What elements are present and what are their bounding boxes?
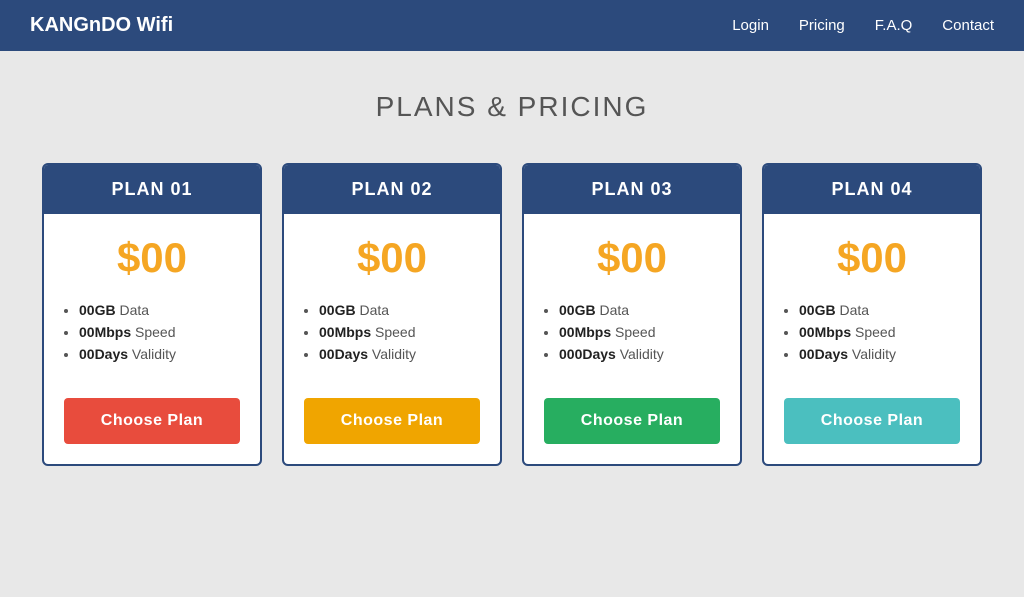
main-content: PLANS & PRICING PLAN 01 $00 00GB Data 00… bbox=[0, 51, 1024, 506]
plan-01-choose-button[interactable]: Choose Plan bbox=[64, 398, 240, 444]
plan-04-price: $00 bbox=[764, 214, 980, 292]
plan-03-choose-button[interactable]: Choose Plan bbox=[544, 398, 720, 444]
nav-link-faq[interactable]: F.A.Q bbox=[875, 17, 913, 34]
nav-link-pricing[interactable]: Pricing bbox=[799, 17, 845, 34]
plan-01-data-feature: 00GB Data bbox=[79, 302, 240, 318]
nav-links: Login Pricing F.A.Q Contact bbox=[732, 17, 994, 34]
plan-03-validity-feature: 000Days Validity bbox=[559, 346, 720, 362]
plan-03-footer: Choose Plan bbox=[524, 388, 740, 464]
page-title: PLANS & PRICING bbox=[376, 91, 649, 123]
plan-04-header: PLAN 04 bbox=[764, 165, 980, 214]
plan-01-header: PLAN 01 bbox=[44, 165, 260, 214]
plan-02-validity-feature: 00Days Validity bbox=[319, 346, 480, 362]
plan-01-price: $00 bbox=[44, 214, 260, 292]
plan-04-validity-feature: 00Days Validity bbox=[799, 346, 960, 362]
plan-02-header: PLAN 02 bbox=[284, 165, 500, 214]
plan-02-choose-button[interactable]: Choose Plan bbox=[304, 398, 480, 444]
nav-link-login[interactable]: Login bbox=[732, 17, 769, 34]
plan-04-data-feature: 00GB Data bbox=[799, 302, 960, 318]
plan-03-header: PLAN 03 bbox=[524, 165, 740, 214]
plan-01-features: 00GB Data 00Mbps Speed 00Days Validity bbox=[44, 292, 260, 388]
plan-03-features: 00GB Data 00Mbps Speed 000Days Validity bbox=[524, 292, 740, 388]
plan-02-price: $00 bbox=[284, 214, 500, 292]
plan-02-features: 00GB Data 00Mbps Speed 00Days Validity bbox=[284, 292, 500, 388]
plan-04-speed-feature: 00Mbps Speed bbox=[799, 324, 960, 340]
plan-02-card: PLAN 02 $00 00GB Data 00Mbps Speed 00Day… bbox=[282, 163, 502, 466]
plan-04-features: 00GB Data 00Mbps Speed 00Days Validity bbox=[764, 292, 980, 388]
plan-03-data-feature: 00GB Data bbox=[559, 302, 720, 318]
plan-01-card: PLAN 01 $00 00GB Data 00Mbps Speed 00Day… bbox=[42, 163, 262, 466]
plan-03-price: $00 bbox=[524, 214, 740, 292]
plan-01-footer: Choose Plan bbox=[44, 388, 260, 464]
plan-03-card: PLAN 03 $00 00GB Data 00Mbps Speed 000Da… bbox=[522, 163, 742, 466]
plan-02-speed-feature: 00Mbps Speed bbox=[319, 324, 480, 340]
plan-04-footer: Choose Plan bbox=[764, 388, 980, 464]
plans-container: PLAN 01 $00 00GB Data 00Mbps Speed 00Day… bbox=[42, 163, 982, 466]
plan-03-speed-feature: 00Mbps Speed bbox=[559, 324, 720, 340]
navbar: KANGnDO Wifi Login Pricing F.A.Q Contact bbox=[0, 0, 1024, 51]
plan-02-footer: Choose Plan bbox=[284, 388, 500, 464]
plan-02-data-feature: 00GB Data bbox=[319, 302, 480, 318]
nav-link-contact[interactable]: Contact bbox=[942, 17, 994, 34]
plan-01-speed-feature: 00Mbps Speed bbox=[79, 324, 240, 340]
plan-01-validity-feature: 00Days Validity bbox=[79, 346, 240, 362]
plan-04-card: PLAN 04 $00 00GB Data 00Mbps Speed 00Day… bbox=[762, 163, 982, 466]
brand-logo: KANGnDO Wifi bbox=[30, 14, 173, 37]
plan-04-choose-button[interactable]: Choose Plan bbox=[784, 398, 960, 444]
